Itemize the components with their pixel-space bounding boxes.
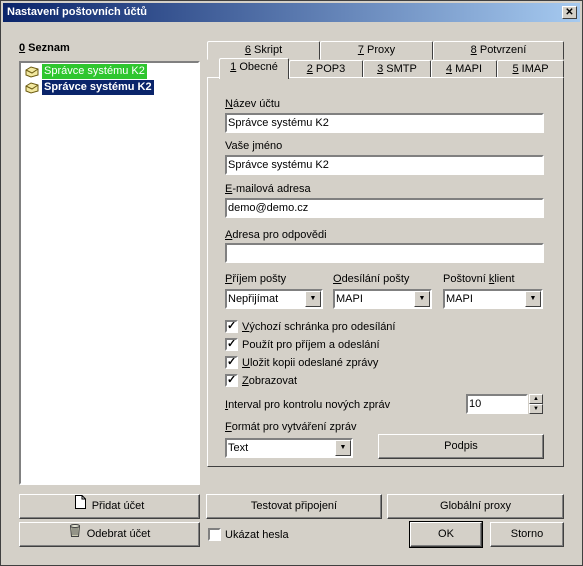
use-for-send-receive-label: Použít pro příjem a odeslání	[242, 338, 380, 351]
interval-spinner[interactable]: ▲ ▼	[529, 394, 543, 414]
spin-down-icon[interactable]: ▼	[529, 404, 543, 414]
account-name-label: Název účtu	[225, 98, 281, 110]
list-item[interactable]: Správce systému K2	[25, 79, 155, 96]
mail-client-label: Poštovní klient	[443, 273, 515, 285]
mail-client-select[interactable]: MAPI ▼	[443, 289, 543, 309]
account-name-field[interactable]: Správce systému K2	[225, 113, 544, 133]
checkbox-box[interactable]: ✓	[225, 320, 238, 333]
your-name-label: Vaše jméno	[225, 140, 283, 152]
email-label: E-mailová adresa	[225, 183, 311, 195]
document-icon	[74, 495, 86, 517]
list-item-label: Správce systému K2	[41, 79, 155, 96]
tab-proxy[interactable]: 7 Proxy	[320, 41, 433, 60]
list-item[interactable]: Správce systému K2	[25, 64, 147, 79]
send-mail-value: MAPI	[336, 293, 363, 305]
checkbox-box[interactable]: ✓	[225, 374, 238, 387]
format-label: Formát pro vytváření zpráv	[225, 421, 357, 433]
chevron-down-icon[interactable]: ▼	[335, 440, 351, 456]
interval-label: Interval pro kontrolu nových zpráv	[225, 399, 391, 411]
chevron-down-icon[interactable]: ▼	[414, 291, 430, 307]
signature-button[interactable]: Podpis	[378, 434, 544, 459]
account-list[interactable]: Správce systému K2 Správce systému K2	[19, 61, 200, 485]
send-mail-select[interactable]: MAPI ▼	[333, 289, 432, 309]
interval-field[interactable]: 10	[466, 394, 528, 414]
test-connection-button[interactable]: Testovat připojení	[206, 494, 382, 519]
use-for-send-receive-checkbox[interactable]: ✓ Použít pro příjem a odeslání	[225, 338, 380, 351]
email-field[interactable]: demo@demo.cz	[225, 198, 544, 218]
chevron-down-icon[interactable]: ▼	[305, 291, 321, 307]
save-sent-copy-checkbox[interactable]: ✓ Uložit kopii odeslané zprávy	[225, 356, 378, 369]
tab-obecne[interactable]: 1 Obecné	[219, 58, 289, 79]
show-passwords-checkbox[interactable]: Ukázat hesla	[208, 528, 289, 541]
cancel-button[interactable]: Storno	[490, 522, 564, 547]
remove-account-label: Odebrat účet	[86, 528, 151, 540]
trash-icon	[69, 523, 81, 545]
spin-up-icon[interactable]: ▲	[529, 394, 543, 404]
chevron-down-icon[interactable]: ▼	[525, 291, 541, 307]
checkbox-box[interactable]: ✓	[225, 338, 238, 351]
display-label: Zobrazovat	[242, 374, 298, 387]
envelope-icon	[25, 81, 39, 94]
checkbox-box[interactable]: ✓	[225, 356, 238, 369]
default-outbox-checkbox[interactable]: ✓ Výchozí schránka pro odesílání	[225, 320, 395, 333]
add-account-label: Přidat účet	[91, 500, 145, 512]
checkbox-box[interactable]	[208, 528, 221, 541]
add-account-button[interactable]: Přidat účet	[19, 494, 200, 519]
list-item-label: Správce systému K2	[42, 64, 147, 79]
receive-mail-value: Nepřijímat	[228, 293, 279, 305]
your-name-field[interactable]: Správce systému K2	[225, 155, 544, 175]
settings-dialog: Nastavení poštovních účtů ✕ 0 Seznam Spr…	[0, 0, 583, 566]
display-checkbox[interactable]: ✓ Zobrazovat	[225, 374, 297, 387]
save-sent-copy-label: Uložit kopii odeslané zprávy	[242, 356, 379, 369]
ok-button[interactable]: OK	[409, 521, 483, 548]
default-outbox-label: Výchozí schránka pro odesílání	[242, 320, 396, 333]
receive-mail-select[interactable]: Nepřijímat ▼	[225, 289, 323, 309]
global-proxy-button[interactable]: Globální proxy	[387, 494, 564, 519]
show-passwords-label: Ukázat hesla	[225, 528, 289, 541]
mail-client-value: MAPI	[446, 293, 473, 305]
envelope-icon	[25, 65, 39, 78]
reply-address-field[interactable]	[225, 243, 544, 263]
receive-mail-label: Příjem pošty	[225, 273, 287, 285]
send-mail-label: Odesílání pošty	[333, 273, 410, 285]
list-heading: 0 Seznam	[19, 42, 70, 54]
reply-address-label: Adresa pro odpovědi	[225, 229, 327, 241]
close-button[interactable]: ✕	[562, 6, 577, 19]
title-bar: Nastavení poštovních účtů ✕	[3, 3, 580, 22]
format-value: Text	[228, 442, 249, 454]
format-select[interactable]: Text ▼	[225, 438, 353, 458]
close-icon: ✕	[565, 7, 574, 18]
remove-account-button[interactable]: Odebrat účet	[19, 522, 200, 547]
window-title: Nastavení poštovních účtů	[7, 6, 147, 18]
tab-potvrzeni[interactable]: 8 Potvrzení	[433, 41, 564, 60]
